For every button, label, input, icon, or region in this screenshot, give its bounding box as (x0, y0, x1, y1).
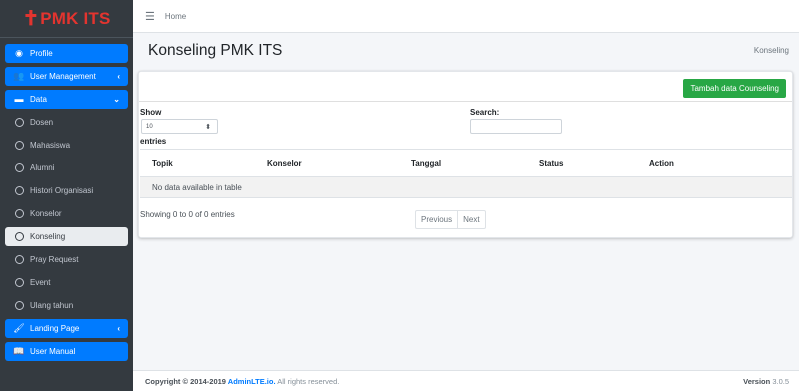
hamburger-icon[interactable]: ☰ (145, 10, 155, 23)
book-reader-icon: 📖 (13, 345, 25, 356)
page-title: Konseling PMK ITS (148, 41, 283, 59)
circle-icon (13, 186, 25, 196)
circle-icon (13, 117, 25, 127)
sidebar-item-label: Histori Organisasi (30, 186, 94, 196)
column-header-konselor[interactable]: Konselor (255, 149, 399, 177)
search-input[interactable] (470, 119, 562, 134)
sidebar-item-label: Dosen (30, 117, 54, 127)
table-info: Showing 0 to 0 of 0 entries (140, 210, 235, 219)
version: Version 3.0.5 (743, 377, 789, 386)
entries-select-value: 10 (146, 123, 153, 130)
sidebar-item-label: User Manual (30, 346, 76, 356)
sidebar-item-data[interactable]: ▬ Data ⌄ (5, 89, 128, 109)
empty-table-message: No data available in table (140, 176, 792, 198)
sidebar-item-konselor[interactable]: Konselor (5, 204, 128, 223)
previous-page-button[interactable]: Previous (416, 211, 457, 228)
circle-icon (13, 300, 25, 310)
sidebar-item-pray-request[interactable]: Pray Request (5, 250, 128, 269)
circle-icon (13, 277, 25, 287)
user-circle-icon: ◉ (15, 48, 23, 58)
sidebar-item-dosen[interactable]: Dosen (5, 113, 128, 132)
sidebar-item-label: Ulang tahun (30, 300, 74, 310)
column-header-status[interactable]: Status (527, 149, 637, 177)
sidebar-item-ulang-tahun[interactable]: Ulang tahun (5, 296, 128, 315)
version-label: Version (743, 376, 771, 386)
table-header-row: Topik Konselor Tanggal Status Action (140, 149, 792, 177)
select-arrows-icon: ⬍ (205, 123, 211, 131)
sidebar-item-alumni[interactable]: Alumni (5, 158, 128, 177)
chevron-left-icon: ‹ (117, 71, 120, 81)
users-icon: 👥 (13, 70, 25, 81)
sidebar-item-mahasiswa[interactable]: Mahasiswa (5, 136, 128, 155)
sidebar-nav: ◉ Profile 👥 User Management ‹ ▬ Data ⌄ Dosen Maha… (0, 38, 133, 361)
brand-name: PMK ITS (40, 8, 111, 28)
sidebar-item-event[interactable]: Event (5, 273, 128, 292)
sidebar-item-user-manual[interactable]: 📖 User Manual (5, 341, 128, 361)
sidebar-item-label: Landing Page (30, 323, 80, 333)
chevron-left-icon: ‹ (117, 323, 120, 333)
sidebar-item-label: Pray Request (30, 255, 79, 265)
sidebar-item-label: Konseling (30, 232, 66, 242)
sidebar-item-label: User Management (30, 71, 96, 81)
sidebar-item-label: Data (30, 94, 47, 104)
circle-icon (13, 209, 25, 219)
sidebar: ✝ PMK ITS ◉ Profile 👥 User Management ‹ ▬ Data… (0, 0, 133, 391)
entries-select[interactable]: 10 ⬍ (141, 119, 218, 134)
sidebar-item-label: Alumni (30, 163, 55, 173)
chevron-down-icon: ⌄ (113, 94, 120, 104)
sidebar-item-histori-organisasi[interactable]: Histori Organisasi (5, 181, 128, 200)
footer: Copyright © 2014-2019 AdminLTE.io. All r… (133, 370, 799, 391)
sidebar-item-label: Profile (30, 49, 53, 58)
next-page-button[interactable]: Next (457, 211, 484, 228)
sidebar-item-label: Event (30, 277, 51, 287)
adminlte-link[interactable]: AdminLTE.io. (228, 377, 276, 386)
add-counseling-button[interactable]: Tambah data Counseling (683, 79, 786, 98)
circle-icon (13, 232, 25, 242)
konseling-table: Topik Konselor Tanggal Status Action No data… (140, 149, 792, 198)
sidebar-item-label: Konselor (30, 209, 62, 219)
cross-icon: ✝ (22, 7, 40, 30)
version-value: 3.0.5 (772, 376, 789, 386)
search-label: Search: (470, 108, 500, 117)
brand-logo[interactable]: ✝ PMK ITS (0, 0, 133, 38)
breadcrumb: Konseling (753, 46, 789, 55)
sidebar-item-label: Mahasiswa (30, 140, 71, 150)
id-card-icon: ▬ (14, 94, 24, 105)
show-label: Show (140, 108, 162, 117)
card-header: Tambah data Counseling (139, 72, 792, 102)
home-link[interactable]: Home (165, 12, 186, 21)
column-header-topik[interactable]: Topik (140, 149, 255, 177)
content-header: Konseling PMK ITS Konseling (133, 33, 799, 68)
circle-icon (13, 255, 25, 265)
table-row: No data available in table (140, 176, 792, 198)
konseling-card: Tambah data Counseling Show 10 ⬍ entries… (138, 71, 793, 238)
circle-icon (13, 140, 25, 150)
column-header-tanggal[interactable]: Tanggal (399, 149, 527, 177)
sidebar-item-konseling[interactable]: Konseling (5, 227, 128, 247)
paint-brush-icon: 🖌 (13, 322, 25, 333)
copyright-suffix: All rights reserved. (275, 376, 340, 386)
top-navbar: ☰ Home (133, 0, 799, 33)
copyright: Copyright © 2014-2019 AdminLTE.io. All r… (145, 377, 339, 386)
copyright-prefix: Copyright © 2014-2019 (145, 376, 228, 386)
sidebar-item-user-management[interactable]: 👥 User Management ‹ (5, 66, 128, 86)
sidebar-item-landing-page[interactable]: 🖌 Landing Page ‹ (5, 318, 128, 338)
sidebar-item-profile[interactable]: ◉ Profile (5, 44, 128, 63)
pagination: Previous Next (415, 210, 486, 229)
circle-icon (13, 163, 25, 173)
column-header-action[interactable]: Action (637, 149, 792, 177)
entries-label: entries (140, 137, 167, 146)
